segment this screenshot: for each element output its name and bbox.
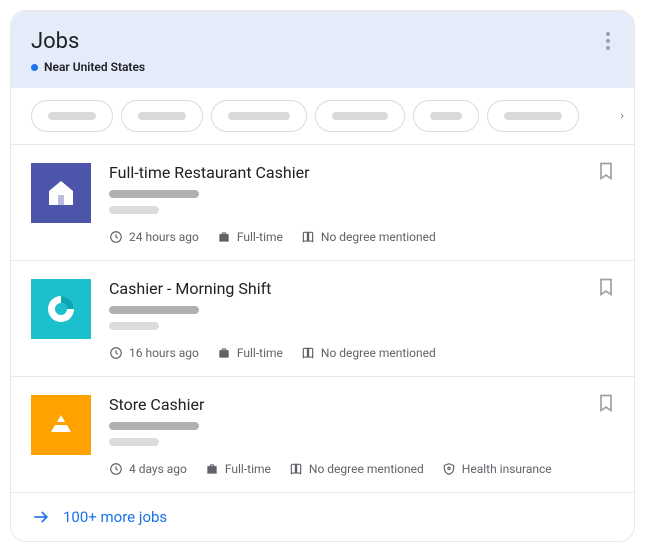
job-body: Full-time Restaurant Cashier 24 hours ag… <box>109 163 614 244</box>
job-listing[interactable]: Store Cashier 4 days ago Full-time No de… <box>11 377 634 493</box>
employer-logo <box>31 163 91 223</box>
briefcase-icon <box>205 462 219 476</box>
chevron-right-icon <box>618 106 626 126</box>
job-title: Cashier - Morning Shift <box>109 279 614 298</box>
job-listing[interactable]: Cashier - Morning Shift 16 hours ago Ful… <box>11 261 634 377</box>
briefcase-icon <box>217 346 231 360</box>
filter-chip[interactable] <box>487 100 579 132</box>
job-meta-row: 4 days ago Full-time No degree mentioned… <box>109 462 614 476</box>
filter-chip[interactable] <box>315 100 405 132</box>
location-label: Near United States <box>44 60 145 74</box>
location-placeholder <box>109 322 159 330</box>
job-type: Full-time <box>217 346 283 360</box>
job-type: Full-time <box>217 230 283 244</box>
donut-icon <box>43 291 79 327</box>
posted-time: 4 days ago <box>109 462 187 476</box>
posted-time: 24 hours ago <box>109 230 199 244</box>
degree-requirement: No degree mentioned <box>301 346 436 360</box>
more-jobs-link: 100+ more jobs <box>63 508 167 526</box>
job-meta-row: 16 hours ago Full-time No degree mention… <box>109 346 614 360</box>
job-type: Full-time <box>205 462 271 476</box>
clock-icon <box>109 462 123 476</box>
briefcase-icon <box>217 230 231 244</box>
posted-time: 16 hours ago <box>109 346 199 360</box>
job-listing[interactable]: Full-time Restaurant Cashier 24 hours ag… <box>11 145 634 261</box>
location-placeholder <box>109 206 159 214</box>
degree-requirement: No degree mentioned <box>289 462 424 476</box>
pyramid-icon <box>43 407 79 443</box>
more-jobs-footer[interactable]: 100+ more jobs <box>11 493 634 541</box>
employer-logo <box>31 395 91 455</box>
benefit: Health insurance <box>442 462 552 476</box>
jobs-card: Jobs Near United States Full-time Restau… <box>10 10 635 542</box>
job-title: Store Cashier <box>109 395 614 414</box>
shield-icon <box>442 462 456 476</box>
filter-chip[interactable] <box>31 100 113 132</box>
employer-placeholder <box>109 422 199 430</box>
job-body: Store Cashier 4 days ago Full-time No de… <box>109 395 614 476</box>
more-options-button[interactable] <box>596 29 620 53</box>
filter-chip[interactable] <box>121 100 203 132</box>
clock-icon <box>109 230 123 244</box>
degree-requirement: No degree mentioned <box>301 230 436 244</box>
location-row[interactable]: Near United States <box>31 60 614 74</box>
bookmark-icon <box>596 161 616 181</box>
bookmark-button[interactable] <box>596 277 616 301</box>
filter-chip[interactable] <box>413 100 479 132</box>
employer-placeholder <box>109 190 199 198</box>
filter-chip[interactable] <box>211 100 307 132</box>
job-meta-row: 24 hours ago Full-time No degree mention… <box>109 230 614 244</box>
jobs-header: Jobs Near United States <box>11 11 634 88</box>
page-title: Jobs <box>31 29 614 54</box>
bookmark-button[interactable] <box>596 393 616 417</box>
book-icon <box>289 462 303 476</box>
bookmark-button[interactable] <box>596 161 616 185</box>
arrow-right-icon <box>31 507 51 527</box>
book-icon <box>301 230 315 244</box>
bookmark-icon <box>596 277 616 297</box>
job-body: Cashier - Morning Shift 16 hours ago Ful… <box>109 279 614 360</box>
house-icon <box>43 175 79 211</box>
filter-chips-row <box>11 88 634 145</box>
location-placeholder <box>109 438 159 446</box>
book-icon <box>301 346 315 360</box>
location-dot-icon <box>31 64 38 71</box>
employer-placeholder <box>109 306 199 314</box>
chips-scroll-right-button[interactable] <box>598 100 626 132</box>
clock-icon <box>109 346 123 360</box>
employer-logo <box>31 279 91 339</box>
job-title: Full-time Restaurant Cashier <box>109 163 614 182</box>
bookmark-icon <box>596 393 616 413</box>
